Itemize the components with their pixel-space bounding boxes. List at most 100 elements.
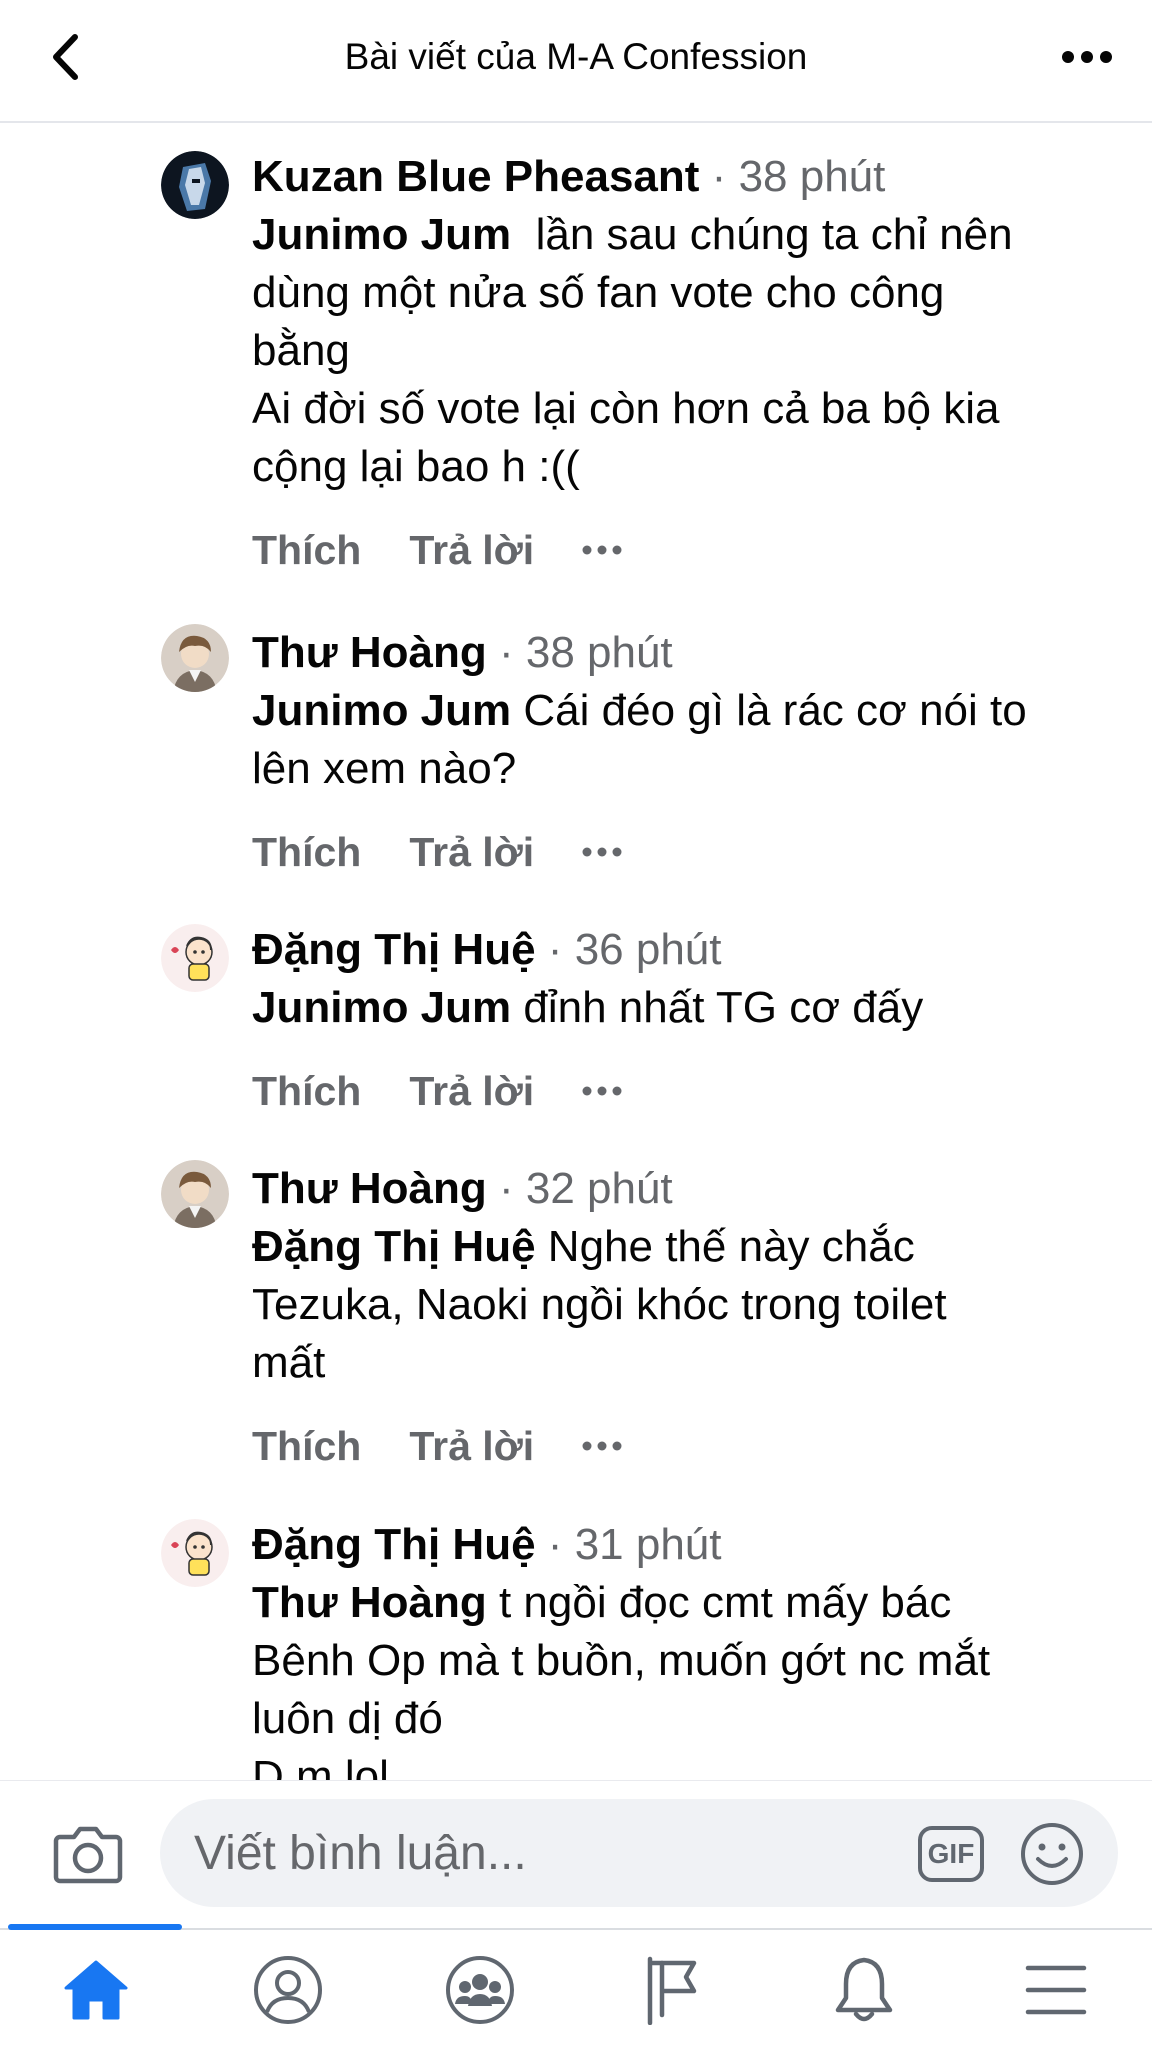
avatar[interactable]: [161, 624, 229, 692]
comment-author[interactable]: Thư Hoàng: [252, 1164, 487, 1213]
comment-more-button[interactable]: [582, 842, 622, 862]
comment-line: đỉnh nhất TG cơ đấy: [523, 983, 924, 1032]
comment-time[interactable]: 32 phút: [526, 1164, 673, 1213]
camera-button[interactable]: [52, 1817, 124, 1889]
header-bar: Bài viết của M-A Confession: [0, 0, 1152, 123]
comment-header: Thư Hoàng · 38 phút: [252, 624, 1122, 682]
tab-home[interactable]: [56, 1950, 136, 2030]
comment-author[interactable]: Đặng Thị Huệ: [252, 1520, 536, 1569]
camera-icon: [53, 1826, 123, 1884]
comment-body: Kuzan Blue Pheasant · 38 phút Junimo Jum…: [252, 148, 1122, 579]
home-icon: [64, 1960, 128, 2020]
comment-author[interactable]: Thư Hoàng: [252, 628, 487, 677]
back-button[interactable]: [40, 22, 90, 92]
comment-actions: Thích Trả lời: [252, 521, 1122, 579]
comment-time[interactable]: 38 phút: [739, 152, 886, 201]
comment-line: bằng: [252, 326, 350, 375]
like-button[interactable]: Thích: [252, 1423, 361, 1470]
comment-text: Junimo Jum Cái đéo gì là rác cơ nói to l…: [252, 682, 1122, 798]
pages-flag-icon: [647, 1956, 697, 2025]
avatar-image: [161, 1160, 229, 1228]
comment-author[interactable]: Kuzan Blue Pheasant: [252, 152, 699, 201]
comment-more-button[interactable]: [582, 1081, 622, 1101]
page-title: Bài viết của M-A Confession: [344, 36, 808, 77]
comment-time[interactable]: 36 phút: [575, 925, 722, 974]
comment-header: Đặng Thị Huệ · 31 phút: [252, 1516, 1122, 1574]
tab-menu[interactable]: [1016, 1950, 1096, 2030]
comment-line: Tezuka, Naoki ngồi khóc trong toilet: [252, 1280, 947, 1329]
comment-more-button[interactable]: [582, 540, 622, 560]
comment-line: mất: [252, 1338, 326, 1387]
avatar[interactable]: [161, 1160, 229, 1228]
comment-composer: GIF: [0, 1780, 1152, 1928]
like-button[interactable]: Thích: [252, 829, 361, 876]
page: Bài viết của M-A Confession Kuzan Blue P…: [0, 0, 1152, 2048]
comment-time[interactable]: 38 phút: [526, 628, 673, 677]
tab-pages[interactable]: [632, 1950, 712, 2030]
more-horizontal-icon: [582, 1441, 622, 1451]
separator-dot: ·: [498, 628, 514, 677]
comment-line: D m lol: [252, 1752, 389, 1780]
mention-link[interactable]: Junimo Jum: [252, 686, 511, 735]
notifications-bell-icon: [835, 1957, 893, 2022]
mention-link[interactable]: Junimo Jum: [252, 210, 511, 259]
tab-groups[interactable]: [440, 1950, 520, 2030]
avatar[interactable]: [161, 924, 229, 992]
avatar-image: [161, 151, 229, 219]
comment-line: lần sau chúng ta chỉ nên: [535, 210, 1013, 259]
avatar[interactable]: [161, 151, 229, 219]
comment-text: Junimo Jum đỉnh nhất TG cơ đấy: [252, 979, 1122, 1037]
separator-dot: ·: [547, 1520, 563, 1569]
like-button[interactable]: Thích: [252, 527, 361, 574]
comment-header: Đặng Thị Huệ · 36 phút: [252, 921, 1122, 979]
tab-notifications[interactable]: [824, 1950, 904, 2030]
comment-line: luôn dị đó: [252, 1694, 443, 1743]
separator-dot: ·: [498, 1164, 514, 1213]
like-button[interactable]: Thích: [252, 1068, 361, 1115]
comment-text: Thư Hoàng t ngồi đọc cmt mấy bác Bênh Op…: [252, 1574, 1122, 1780]
comment-body: Thư Hoàng · 38 phút Junimo Jum Cái đéo g…: [252, 624, 1122, 881]
reply-button[interactable]: Trả lời: [409, 1423, 534, 1470]
comment-line: t ngồi đọc cmt mấy bác: [498, 1578, 952, 1627]
comment-line: cộng lại bao h :((: [252, 442, 580, 491]
comment-actions: Thích Trả lời: [252, 1062, 1122, 1120]
emoji-button[interactable]: [1019, 1821, 1085, 1887]
comment-line: Cái đéo gì là rác cơ nói to: [523, 686, 1027, 735]
profile-icon: [254, 1956, 322, 2024]
more-horizontal-icon: [1062, 51, 1112, 63]
avatar[interactable]: [161, 1519, 229, 1587]
reply-button[interactable]: Trả lời: [409, 527, 534, 574]
reply-button[interactable]: Trả lời: [409, 829, 534, 876]
reply-button[interactable]: Trả lời: [409, 1068, 534, 1115]
comment-line: dùng một nửa số fan vote cho công: [252, 268, 945, 317]
gif-button[interactable]: GIF: [918, 1826, 984, 1882]
tab-profile[interactable]: [248, 1950, 328, 2030]
comment-body: Thư Hoàng · 32 phút Đặng Thị Huệ Nghe th…: [252, 1160, 1122, 1475]
comment-more-button[interactable]: [582, 1436, 622, 1456]
smiley-icon: [1021, 1823, 1083, 1885]
chevron-left-icon: [53, 34, 78, 80]
comment-time[interactable]: 31 phút: [575, 1520, 722, 1569]
comment-header: Thư Hoàng · 32 phút: [252, 1160, 1122, 1218]
comment-item: Đặng Thị Huệ · 31 phút Thư Hoàng t ngồi …: [0, 1516, 1152, 1780]
comment-line: Ai đời số vote lại còn hơn cả ba bộ kia: [252, 384, 1000, 433]
more-options-button[interactable]: [1052, 30, 1122, 84]
bottom-tab-bar: [0, 1924, 1152, 2048]
mention-link[interactable]: Đặng Thị Huệ: [252, 1222, 536, 1271]
comment-body: Đặng Thị Huệ · 36 phút Junimo Jum đỉnh n…: [252, 921, 1122, 1120]
comment-author[interactable]: Đặng Thị Huệ: [252, 925, 536, 974]
separator-dot: ·: [547, 925, 563, 974]
comment-text: Đặng Thị Huệ Nghe thế này chắc Tezuka, N…: [252, 1218, 1122, 1392]
comment-text: Junimo Jum lần sau chúng ta chỉ nên dùng…: [252, 206, 1122, 496]
separator-dot: ·: [711, 152, 727, 201]
avatar-image: [161, 624, 229, 692]
more-horizontal-icon: [582, 847, 622, 857]
active-tab-indicator: [8, 1924, 182, 1930]
more-horizontal-icon: [582, 545, 622, 555]
mention-link[interactable]: Junimo Jum: [252, 983, 511, 1032]
comment-line: Bênh Op mà t buồn, muốn gớt nc mắt: [252, 1636, 991, 1685]
more-horizontal-icon: [582, 1086, 622, 1096]
groups-icon: [446, 1956, 514, 2024]
mention-link[interactable]: Thư Hoàng: [252, 1578, 487, 1627]
avatar-image: [161, 1519, 229, 1587]
